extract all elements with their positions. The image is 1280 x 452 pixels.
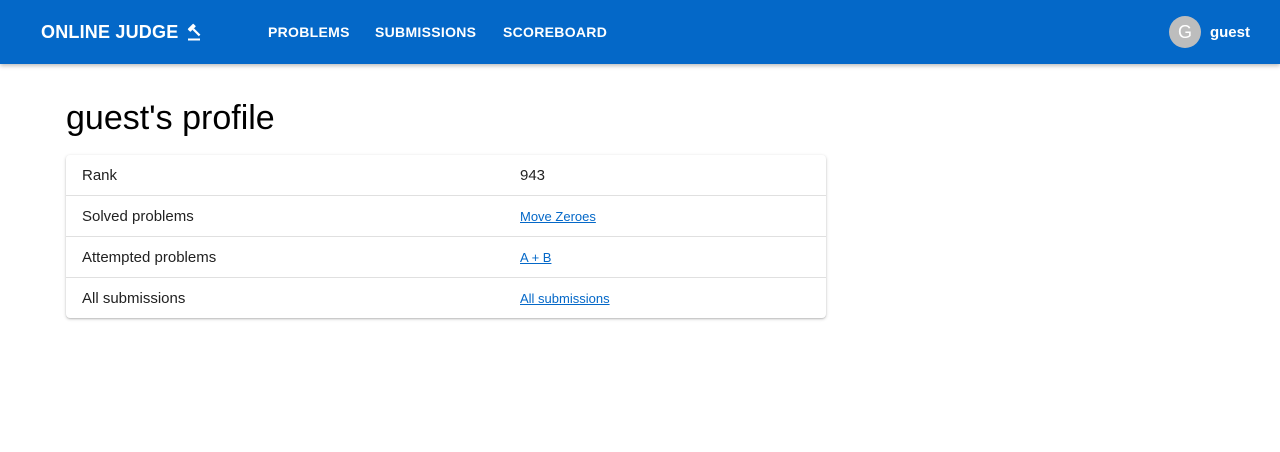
rank-value: 943 <box>520 155 826 196</box>
table-row: Attempted problems A + B <box>66 236 826 278</box>
brand-link[interactable]: ONLINE JUDGE <box>41 0 206 64</box>
profile-card: Rank 943 Solved problems Move Zeroes Att… <box>66 155 826 318</box>
attempted-problems-cell: A + B <box>520 236 826 278</box>
solved-problems-cell: Move Zeroes <box>520 195 826 237</box>
nav-problems[interactable]: PROBLEMS <box>268 0 350 64</box>
user-menu[interactable]: G guest <box>1168 0 1250 64</box>
table-row: Rank 943 <box>66 155 826 196</box>
username: guest <box>1209 23 1250 41</box>
solved-problem-link[interactable]: Move Zeroes <box>520 209 596 224</box>
nav-scoreboard[interactable]: SCOREBOARD <box>503 0 607 64</box>
all-submissions-label: All submissions <box>82 289 186 307</box>
gavel-icon <box>186 22 206 42</box>
attempted-problem-link[interactable]: A + B <box>520 250 551 265</box>
app-bar: ONLINE JUDGE PROBLEMS SUBMISSIONS SCOREB… <box>0 0 1280 64</box>
table-row: All submissions All submissions <box>66 278 826 319</box>
nav-submissions[interactable]: SUBMISSIONS <box>375 0 476 64</box>
solved-problems-label: Solved problems <box>66 195 520 237</box>
table-row: Solved problems Move Zeroes <box>66 195 826 237</box>
profile-table: Rank 943 Solved problems Move Zeroes Att… <box>66 155 826 318</box>
attempted-problems-label: Attempted problems <box>66 236 520 278</box>
all-submissions-link[interactable]: All submissions <box>520 291 610 306</box>
brand-title: ONLINE JUDGE <box>41 21 179 42</box>
avatar: G <box>1168 16 1201 48</box>
all-submissions-cell: All submissions <box>520 278 826 319</box>
page-title: guest's profile <box>66 99 275 137</box>
rank-label: Rank <box>66 155 520 196</box>
